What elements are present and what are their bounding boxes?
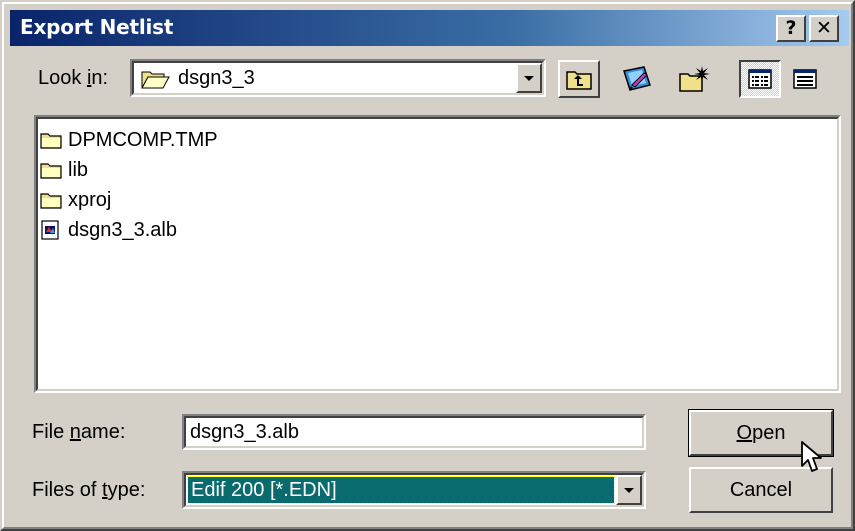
folder-icon <box>40 193 62 209</box>
file-name-input[interactable]: dsgn3_3.alb <box>182 414 646 450</box>
desktop-icon <box>623 66 651 91</box>
look-in-dropdown[interactable]: dsgn3_3 <box>130 59 546 97</box>
file-name-value: dsgn3_3.alb <box>190 421 299 443</box>
folder-icon <box>40 163 62 179</box>
file-name-text: DPMCOMP.TMP <box>68 128 218 151</box>
details-view-button[interactable] <box>784 60 826 98</box>
list-item[interactable]: DPMCOMP.TMP <box>40 127 218 153</box>
up-folder-icon <box>566 71 592 90</box>
files-of-type-value: Edif 200 [*.EDN] <box>191 479 337 501</box>
list-view-button[interactable] <box>739 60 781 98</box>
look-in-value: dsgn3_3 <box>178 67 255 89</box>
title-bar[interactable]: Export Netlist ? ✕ <box>10 10 849 46</box>
look-in-label: Look in: <box>38 67 109 89</box>
open-button-label: Open <box>736 421 786 444</box>
list-item[interactable]: xproj <box>40 187 111 213</box>
file-list[interactable]: DPMCOMP.TMP lib xproj dsgn3_3.alb <box>34 115 841 393</box>
open-folder-icon <box>141 71 170 89</box>
chevron-down-icon <box>524 75 534 81</box>
mouse-cursor-icon <box>801 441 822 472</box>
file-name-text: dsgn3_3.alb <box>68 218 177 241</box>
list-view-icon <box>748 69 772 89</box>
new-folder-icon <box>679 66 710 92</box>
files-of-type-selected: Edif 200 [*.EDN] <box>187 476 615 504</box>
create-new-folder-button[interactable] <box>674 60 716 98</box>
file-name-label: File name: <box>32 421 126 443</box>
close-button[interactable]: ✕ <box>809 15 839 42</box>
file-name-text: xproj <box>68 188 112 211</box>
file-name-text: lib <box>68 158 89 181</box>
files-of-type-label: Files of type: <box>32 479 146 501</box>
files-of-type-dropdown[interactable]: Edif 200 [*.EDN] <box>182 471 646 509</box>
details-view-icon <box>793 69 817 89</box>
files-of-type-dropdown-button[interactable] <box>616 475 642 505</box>
dialog-title: Export Netlist <box>20 15 174 39</box>
chevron-down-icon <box>624 487 634 493</box>
up-one-level-button[interactable] <box>558 60 600 98</box>
look-in-dropdown-button[interactable] <box>516 63 542 93</box>
help-button[interactable]: ? <box>776 15 806 42</box>
folder-icon <box>40 133 62 149</box>
list-item[interactable]: lib <box>40 157 88 183</box>
list-item[interactable]: dsgn3_3.alb <box>40 217 177 243</box>
export-netlist-dialog: Export Netlist ? ✕ Look in: dsgn3_3 DPMC… <box>0 0 855 531</box>
desktop-button[interactable] <box>616 60 658 98</box>
alb-file-icon <box>41 220 59 240</box>
